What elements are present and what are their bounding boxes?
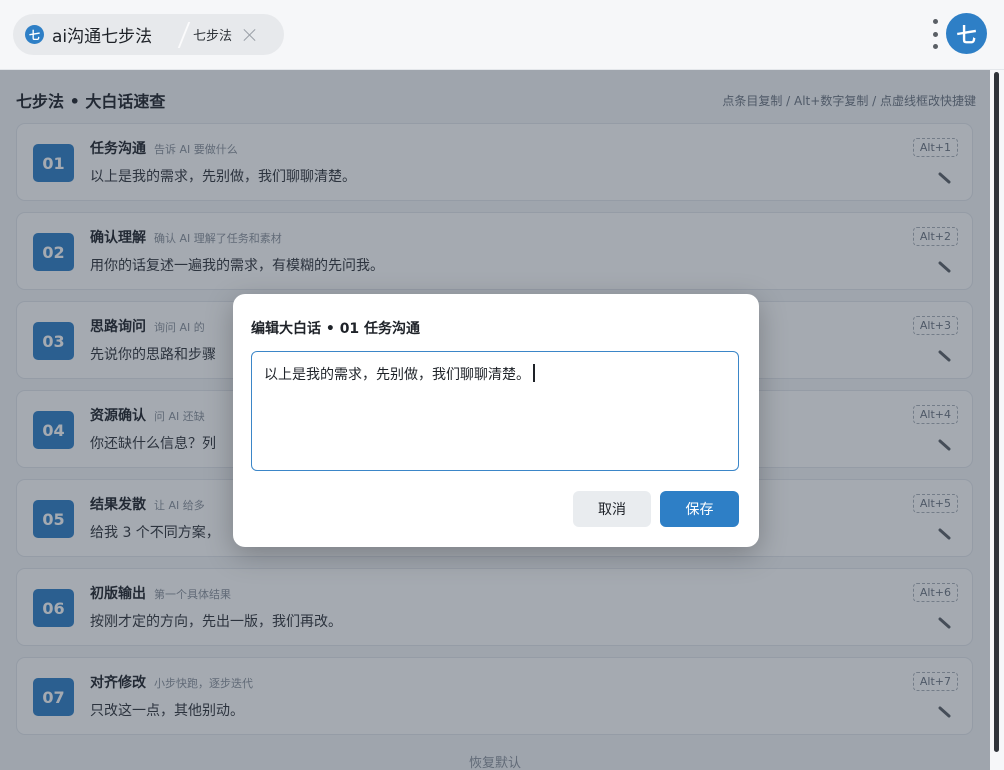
- scrollbar[interactable]: [990, 70, 1004, 770]
- dialog-title: 编辑大白话 • 01 任务沟通: [251, 321, 421, 337]
- cancel-button[interactable]: 取消: [573, 491, 651, 527]
- tab-sub-label: 七步法: [193, 29, 233, 44]
- close-icon[interactable]: [242, 27, 258, 43]
- phrase-textarea[interactable]: 以上是我的需求，先别做，我们聊聊清楚。: [251, 351, 739, 471]
- textarea-value: 以上是我的需求，先别做，我们聊聊清楚。: [264, 367, 530, 383]
- scrollbar-thumb[interactable]: [994, 72, 999, 752]
- dot: [932, 44, 938, 49]
- tab-seven-steps[interactable]: 七步法: [193, 14, 258, 55]
- dot: [932, 19, 938, 24]
- more-vertical-icon[interactable]: [932, 19, 938, 49]
- edit-dialog: 编辑大白话 • 01 任务沟通 以上是我的需求，先别做，我们聊聊清楚。 取消 保…: [233, 294, 759, 547]
- save-button[interactable]: 保存: [660, 491, 739, 527]
- app-logo-icon: 七: [25, 25, 44, 44]
- dot: [932, 31, 938, 37]
- top-bar: 七 ai沟通七步法 七步法 七: [0, 0, 1004, 70]
- avatar[interactable]: 七: [946, 13, 987, 54]
- tab-main-label: ai沟通七步法: [52, 27, 153, 47]
- text-caret: [533, 364, 535, 382]
- tab-group: 七 ai沟通七步法 七步法: [13, 14, 284, 55]
- tab-ai-seven-steps[interactable]: 七 ai沟通七步法: [13, 14, 181, 55]
